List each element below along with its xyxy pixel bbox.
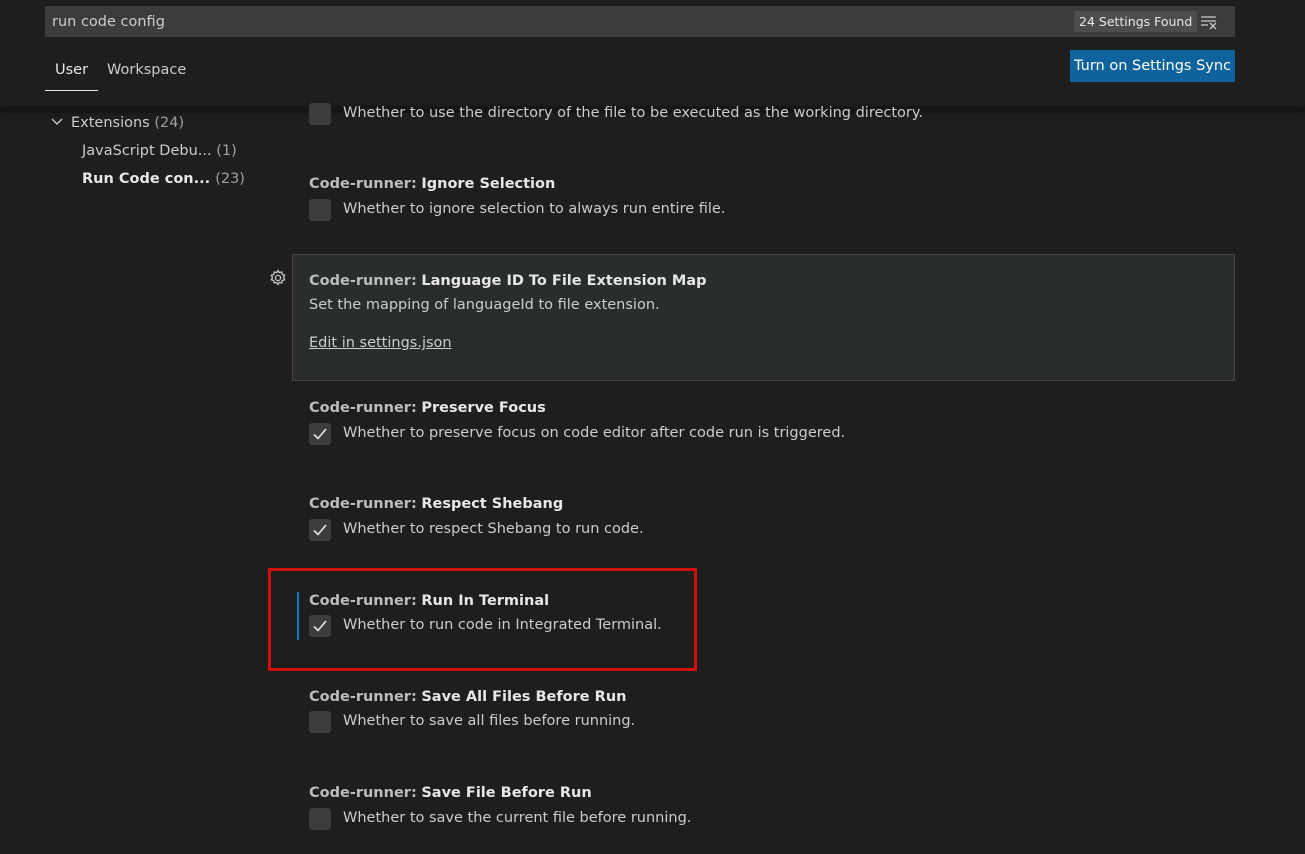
respect-shebang-checkbox[interactable] [309, 519, 331, 541]
setting-title-preserve-focus: Code-runner: Preserve Focus [309, 400, 546, 416]
setting-label: Save File Before Run [421, 785, 592, 801]
setting-label: Ignore Selection [421, 176, 556, 192]
clear-filter-icon[interactable] [1200, 14, 1218, 30]
highlight-annotation-box [268, 568, 697, 671]
chevron-down-icon [51, 118, 63, 125]
ignore-selection-checkbox[interactable] [309, 199, 331, 221]
preserve-focus-checkbox[interactable] [309, 423, 331, 445]
setting-title-save-all-files: Code-runner: Save All Files Before Run [309, 689, 627, 705]
checkmark-icon [313, 428, 327, 440]
edit-in-settings-json-link[interactable]: Edit in settings.json [309, 335, 452, 351]
setting-category: Code-runner: [309, 273, 417, 289]
setting-category: Code-runner: [309, 496, 417, 512]
setting-title-language-id-map: Code-runner: Language ID To File Extensi… [309, 273, 707, 289]
settings-sync-button[interactable]: Turn on Settings Sync [1070, 50, 1235, 82]
toc-item-count: (1) [216, 143, 237, 159]
setting-label: Respect Shebang [421, 496, 564, 512]
toc-extensions-label: Extensions [71, 115, 150, 131]
setting-label: Save All Files Before Run [421, 689, 627, 705]
setting-category: Code-runner: [309, 689, 417, 705]
tab-workspace[interactable]: Workspace [107, 62, 186, 78]
setting-category: Code-runner: [309, 785, 417, 801]
save-file-checkbox[interactable] [309, 808, 331, 830]
save-all-files-checkbox[interactable] [309, 711, 331, 733]
setting-description: Whether to save all files before running… [343, 713, 636, 729]
setting-category: Code-runner: [309, 400, 417, 416]
setting-title-save-file: Code-runner: Save File Before Run [309, 785, 592, 801]
setting-description: Whether to save the current file before … [343, 810, 692, 826]
setting-description: Set the mapping of languageId to file ex… [309, 297, 660, 313]
setting-description: Whether to respect Shebang to run code. [343, 521, 644, 537]
setting-description: Whether to use the directory of the file… [343, 105, 924, 121]
setting-category: Code-runner: [309, 176, 417, 192]
setting-description: Whether to preserve focus on code editor… [343, 425, 846, 441]
toc-item-count: (23) [215, 171, 245, 187]
toc-extensions-count: (24) [154, 115, 185, 131]
tab-user[interactable]: User [44, 62, 99, 91]
setting-label: Language ID To File Extension Map [421, 273, 707, 289]
file-directory-as-cwd-checkbox[interactable] [309, 103, 331, 125]
setting-label: Preserve Focus [421, 400, 546, 416]
toc-item-javascript-debugger[interactable]: JavaScript Debu... (1) [82, 143, 237, 159]
setting-title-ignore-selection: Code-runner: Ignore Selection [309, 176, 555, 192]
setting-description: Whether to ignore selection to always ru… [343, 201, 726, 217]
gear-icon[interactable] [268, 268, 288, 288]
setting-title-respect-shebang: Code-runner: Respect Shebang [309, 496, 563, 512]
toc-item-run-code-configuration[interactable]: Run Code con... (23) [82, 171, 245, 187]
settings-search-input[interactable] [52, 12, 952, 32]
results-count-badge: 24 Settings Found [1074, 11, 1198, 32]
checkmark-icon [313, 524, 327, 536]
toc-extensions[interactable]: Extensions (24) [50, 115, 184, 131]
toc-item-label: Run Code con... [82, 171, 211, 187]
toc-item-label: JavaScript Debu... [82, 143, 212, 159]
settings-search-bar: 24 Settings Found [45, 6, 1235, 37]
